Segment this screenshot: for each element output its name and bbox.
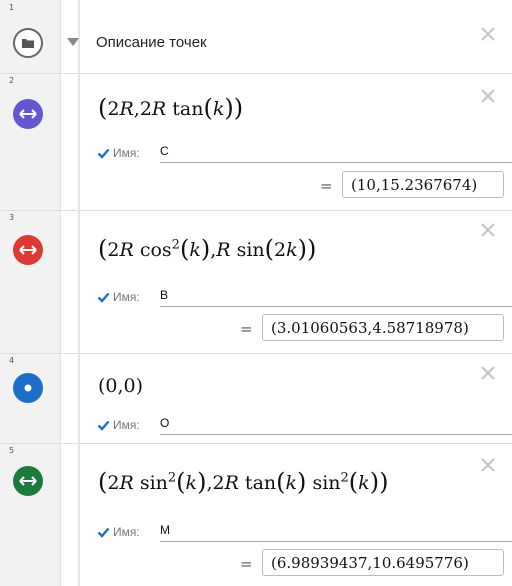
formula: (2R sin2(k),2R tan(k) sin2(k)) [98, 468, 389, 496]
name-value: C [160, 144, 169, 158]
name-label: Имя: [97, 525, 140, 539]
name-label: Имя: [97, 146, 140, 160]
name-field[interactable]: C [160, 144, 512, 163]
name-value: M [160, 523, 170, 537]
name-label-text: Имя: [113, 418, 140, 432]
value-box[interactable]: (10,15.2367674) [342, 171, 504, 198]
name-label-text: Имя: [113, 146, 140, 160]
algebra-header-row: 1 Описание точек [0, 0, 512, 74]
algebra-item-m: 5 (2R sin2(k),2R tan(k) sin2(k)) Имя: M … [0, 443, 512, 586]
value-box[interactable]: (6.98939437,10.6495776) [262, 549, 504, 576]
close-icon[interactable] [480, 88, 496, 104]
visibility-toggle-button[interactable] [13, 235, 43, 265]
row-divider [78, 73, 80, 210]
double-arrow-icon [19, 245, 37, 255]
name-field[interactable]: O [160, 416, 512, 435]
folder-toggle-button[interactable] [13, 28, 43, 58]
value-text: (3.01060563,4.58718978) [271, 318, 469, 337]
equals-sign: = [240, 555, 253, 573]
name-label-text: Имя: [113, 290, 140, 304]
row-index: 3 [9, 213, 15, 222]
checkbox-icon[interactable] [97, 147, 110, 160]
value-box[interactable]: (3.01060563,4.58718978) [262, 314, 504, 341]
close-icon[interactable] [480, 365, 496, 381]
close-icon[interactable] [480, 26, 496, 42]
row-divider [78, 353, 80, 443]
row-index: 4 [9, 356, 15, 365]
point-icon [24, 384, 32, 392]
checkbox-icon[interactable] [97, 419, 110, 432]
folder-icon [22, 39, 34, 48]
equals-sign: = [240, 320, 253, 338]
row-index: 2 [9, 76, 15, 85]
equals-sign: = [320, 177, 333, 195]
value-text: (10,15.2367674) [351, 175, 478, 194]
double-arrow-icon [19, 476, 37, 486]
name-field[interactable]: M [160, 523, 512, 542]
double-arrow-icon [19, 109, 37, 119]
checkbox-icon[interactable] [97, 291, 110, 304]
algebra-item-b: 3 (2R cos2(k),R sin(2k)) Имя: B = (3.010… [0, 210, 512, 354]
row-index: 1 [9, 3, 15, 12]
row-divider [78, 210, 80, 353]
visibility-toggle-button[interactable] [13, 99, 43, 129]
checkbox-icon[interactable] [97, 526, 110, 539]
visibility-toggle-button[interactable] [13, 466, 43, 496]
formula: (0,0) [98, 375, 144, 397]
row-divider [78, 443, 80, 586]
formula: (2R,2R tan(k)) [98, 94, 244, 122]
name-label: Имя: [97, 418, 140, 432]
group-title: Описание точек [96, 34, 207, 51]
close-icon[interactable] [480, 457, 496, 473]
row-divider [78, 0, 80, 73]
algebra-item-c: 2 (2R,2R tan(k)) Имя: C = (10,15.2367674… [0, 73, 512, 211]
name-label-text: Имя: [113, 525, 140, 539]
name-field[interactable]: B [160, 288, 512, 307]
name-value: O [160, 416, 170, 430]
visibility-toggle-button[interactable] [13, 373, 43, 403]
collapse-triangle-icon[interactable] [67, 38, 79, 46]
name-value: B [160, 288, 169, 302]
close-icon[interactable] [480, 222, 496, 238]
value-text: (6.98939437,10.6495776) [271, 553, 469, 572]
row-index: 5 [9, 446, 15, 455]
algebra-item-o: 4 (0,0) Имя: O [0, 353, 512, 444]
formula: (2R cos2(k),R sin(2k)) [98, 235, 317, 263]
name-label: Имя: [97, 290, 140, 304]
